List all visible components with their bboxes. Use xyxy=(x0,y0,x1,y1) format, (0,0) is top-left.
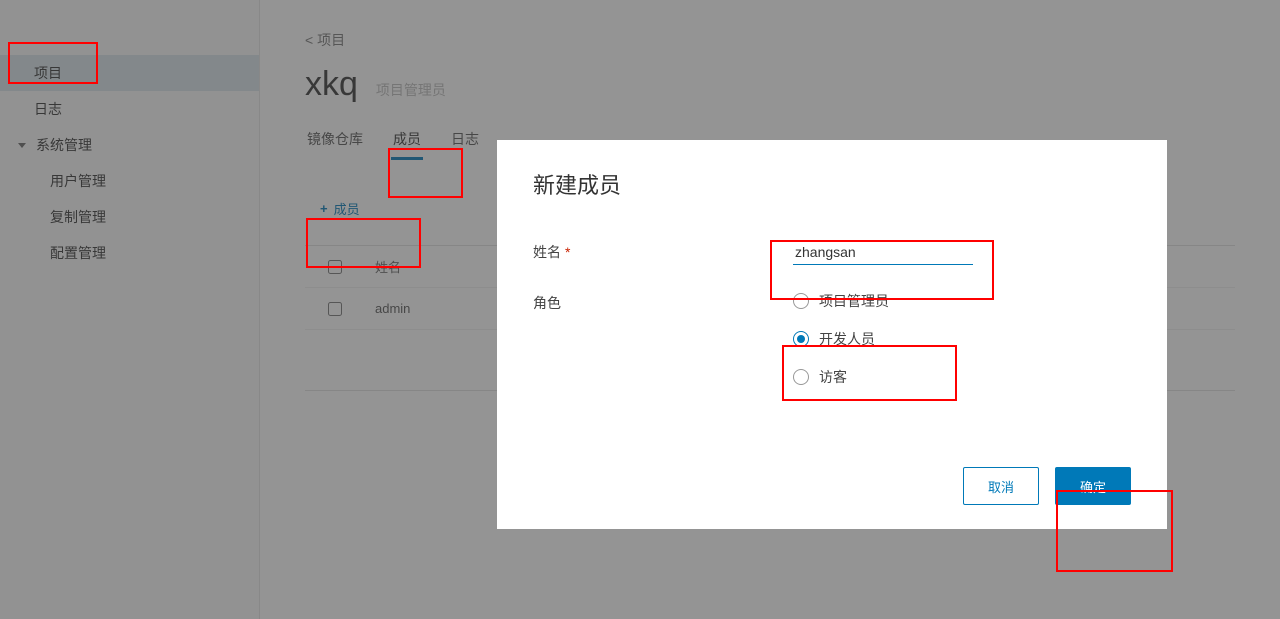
ok-label: 确定 xyxy=(1080,477,1106,496)
ok-button[interactable]: 确定 xyxy=(1055,467,1131,505)
role-option-label: 项目管理员 xyxy=(819,291,889,311)
new-member-modal: 新建成员 姓名* 角色 项目管理员 开发人员 xyxy=(497,140,1167,529)
name-input[interactable] xyxy=(793,240,973,265)
modal-title: 新建成员 xyxy=(533,168,1131,200)
name-label-text: 姓名 xyxy=(533,244,561,260)
form-row-role: 角色 项目管理员 开发人员 访客 xyxy=(533,291,1131,387)
name-field xyxy=(793,240,1131,265)
app-root: 项目 日志 系统管理 用户管理 复制管理 配置管理 < 项目 xkq 项目 xyxy=(0,0,1280,619)
role-label: 角色 xyxy=(533,291,793,313)
role-option-label: 访客 xyxy=(819,367,847,387)
role-field: 项目管理员 开发人员 访客 xyxy=(793,291,1131,387)
radio-icon xyxy=(793,331,809,347)
cancel-label: 取消 xyxy=(988,477,1014,496)
name-label: 姓名* xyxy=(533,240,793,262)
radio-icon xyxy=(793,293,809,309)
role-radio-group: 项目管理员 开发人员 访客 xyxy=(793,291,1131,387)
role-option-developer[interactable]: 开发人员 xyxy=(793,329,1131,349)
role-option-admin[interactable]: 项目管理员 xyxy=(793,291,1131,311)
required-asterisk: * xyxy=(565,244,570,260)
modal-footer: 取消 确定 xyxy=(533,467,1131,505)
role-option-guest[interactable]: 访客 xyxy=(793,367,1131,387)
cancel-button[interactable]: 取消 xyxy=(963,467,1039,505)
radio-icon xyxy=(793,369,809,385)
role-option-label: 开发人员 xyxy=(819,329,875,349)
form-row-name: 姓名* xyxy=(533,240,1131,265)
